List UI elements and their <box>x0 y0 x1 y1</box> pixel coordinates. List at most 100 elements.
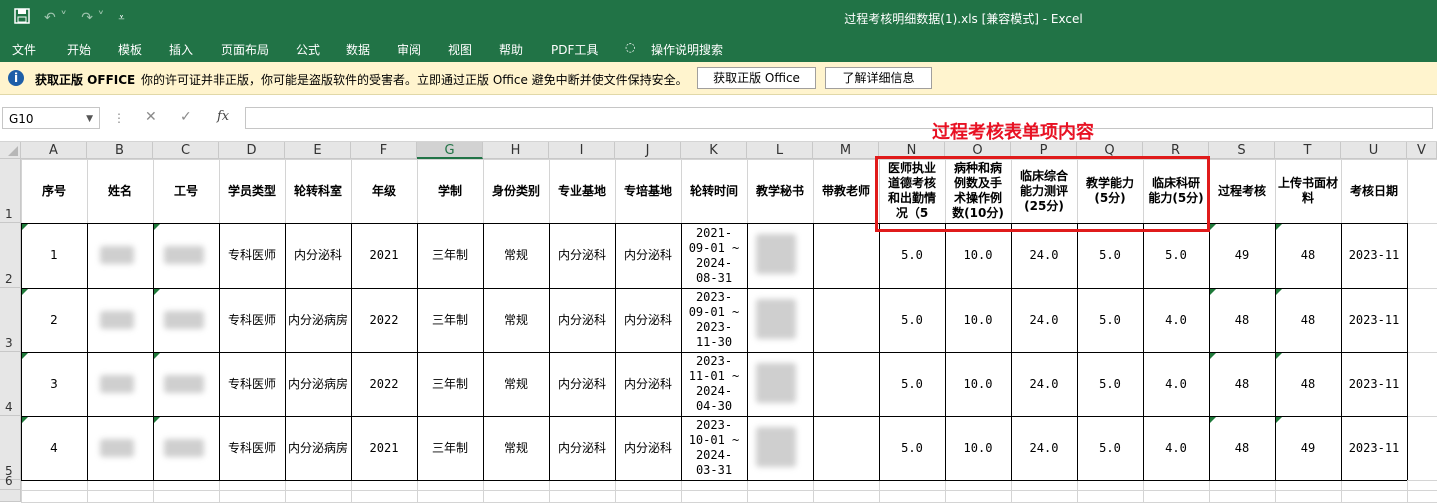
table-cell[interactable]: 4.0 <box>1144 289 1208 351</box>
table-cell[interactable]: 专科医师 <box>220 353 284 415</box>
column-header-K[interactable]: K <box>681 142 747 159</box>
tab-0[interactable]: 文件 <box>12 41 36 58</box>
header-cell[interactable]: 考核日期 <box>1342 160 1406 222</box>
table-cell[interactable] <box>748 353 812 415</box>
column-header-C[interactable]: C <box>153 142 219 159</box>
column-header-V[interactable]: V <box>1407 142 1437 159</box>
table-cell[interactable]: 2021-09-01 ~ 2024-08-31 <box>682 224 746 287</box>
table-cell[interactable]: 24.0 <box>1012 353 1076 415</box>
table-cell[interactable] <box>154 224 218 287</box>
table-cell[interactable] <box>154 289 218 351</box>
table-cell[interactable]: 三年制 <box>418 353 482 415</box>
table-cell[interactable]: 2023-11 <box>1342 289 1406 351</box>
table-cell[interactable]: 专科医师 <box>220 417 284 479</box>
table-cell[interactable]: 2023-11 <box>1342 417 1406 479</box>
row-header[interactable]: 2 <box>0 223 21 288</box>
table-cell[interactable] <box>748 224 812 287</box>
header-cell[interactable]: 上传书面材料 <box>1276 160 1340 222</box>
table-cell[interactable]: 48 <box>1276 289 1340 351</box>
table-cell[interactable]: 4.0 <box>1144 353 1208 415</box>
table-cell[interactable]: 常规 <box>484 224 548 287</box>
tab-11[interactable]: 操作说明搜索 ◌ <box>625 40 723 58</box>
tab-10[interactable]: PDF工具 <box>551 41 598 58</box>
table-cell[interactable]: 5.0 <box>1078 417 1142 479</box>
row-header[interactable]: 3 <box>0 288 21 352</box>
header-cell[interactable]: 身份类别 <box>484 160 548 222</box>
table-cell[interactable]: 48 <box>1210 353 1274 415</box>
table-cell[interactable]: 内分泌科 <box>616 353 680 415</box>
cancel-icon[interactable]: ✕ <box>145 109 157 125</box>
column-header-I[interactable]: I <box>549 142 615 159</box>
row-header[interactable]: 5 <box>0 416 21 480</box>
table-cell[interactable]: 2022 <box>352 289 416 351</box>
header-cell[interactable]: 姓名 <box>88 160 152 222</box>
table-cell[interactable]: 5.0 <box>1078 224 1142 287</box>
table-cell[interactable]: 内分泌科 <box>550 289 614 351</box>
column-header-D[interactable]: D <box>219 142 285 159</box>
table-cell[interactable] <box>814 417 878 479</box>
table-cell[interactable]: 专科医师 <box>220 289 284 351</box>
header-cell[interactable]: 教学秘书 <box>748 160 812 222</box>
header-cell[interactable]: 年级 <box>352 160 416 222</box>
enter-icon[interactable]: ✓ <box>180 109 192 125</box>
table-cell[interactable] <box>154 353 218 415</box>
insert-function-icon[interactable]: fx <box>217 109 229 124</box>
table-cell[interactable] <box>88 224 152 287</box>
table-cell[interactable]: 专科医师 <box>220 224 284 287</box>
table-cell[interactable] <box>814 289 878 351</box>
tab-2[interactable]: 模板 <box>118 41 142 58</box>
table-cell[interactable]: 2 <box>22 289 86 351</box>
chevron-down-icon[interactable]: ▼ <box>86 108 93 130</box>
table-cell[interactable] <box>814 224 878 287</box>
header-cell[interactable]: 带教老师 <box>814 160 878 222</box>
table-cell[interactable] <box>748 417 812 479</box>
select-all-corner[interactable] <box>0 142 21 159</box>
table-cell[interactable]: 1 <box>22 224 86 287</box>
tab-3[interactable]: 插入 <box>169 41 193 58</box>
header-cell[interactable]: 过程考核 <box>1210 160 1274 222</box>
table-cell[interactable]: 内分泌病房 <box>286 353 350 415</box>
column-header-H[interactable]: H <box>483 142 549 159</box>
table-cell[interactable]: 常规 <box>484 417 548 479</box>
table-cell[interactable]: 2022 <box>352 353 416 415</box>
table-cell[interactable]: 49 <box>1276 417 1340 479</box>
tab-8[interactable]: 视图 <box>448 41 472 58</box>
tab-1[interactable]: 开始 <box>67 41 91 58</box>
table-cell[interactable]: 2023-10-01 ~ 2024-03-31 <box>682 417 746 479</box>
column-header-T[interactable]: T <box>1275 142 1341 159</box>
row-header[interactable]: 4 <box>0 352 21 416</box>
header-cell[interactable]: 专业基地 <box>550 160 614 222</box>
table-cell[interactable]: 5.0 <box>1078 289 1142 351</box>
table-cell[interactable]: 5.0 <box>880 289 944 351</box>
table-cell[interactable] <box>88 353 152 415</box>
table-cell[interactable] <box>88 289 152 351</box>
formula-input[interactable] <box>245 107 1433 129</box>
table-cell[interactable]: 内分泌科 <box>616 224 680 287</box>
table-cell[interactable]: 2023-11 <box>1342 353 1406 415</box>
table-cell[interactable]: 48 <box>1210 289 1274 351</box>
table-cell[interactable]: 5.0 <box>1078 353 1142 415</box>
header-cell[interactable]: 工号 <box>154 160 218 222</box>
header-cell[interactable]: 专培基地 <box>616 160 680 222</box>
table-cell[interactable]: 内分泌科 <box>550 224 614 287</box>
table-cell[interactable]: 10.0 <box>946 417 1010 479</box>
table-cell[interactable]: 内分泌病房 <box>286 417 350 479</box>
column-header-F[interactable]: F <box>351 142 417 159</box>
column-header-M[interactable]: M <box>813 142 879 159</box>
header-cell[interactable]: 学制 <box>418 160 482 222</box>
table-cell[interactable] <box>154 417 218 479</box>
table-cell[interactable]: 5.0 <box>880 353 944 415</box>
table-cell[interactable]: 4.0 <box>1144 417 1208 479</box>
learn-more-button[interactable]: 了解详细信息 <box>825 67 932 89</box>
table-cell[interactable]: 5.0 <box>1144 224 1208 287</box>
tab-7[interactable]: 审阅 <box>397 41 421 58</box>
table-cell[interactable]: 三年制 <box>418 417 482 479</box>
table-cell[interactable]: 5.0 <box>880 417 944 479</box>
table-cell[interactable]: 49 <box>1210 224 1274 287</box>
table-cell[interactable]: 2021 <box>352 224 416 287</box>
table-cell[interactable]: 4 <box>22 417 86 479</box>
tab-6[interactable]: 数据 <box>346 41 370 58</box>
table-cell[interactable]: 内分泌科 <box>550 353 614 415</box>
table-cell[interactable]: 三年制 <box>418 224 482 287</box>
row-header[interactable]: 1 <box>0 159 21 223</box>
